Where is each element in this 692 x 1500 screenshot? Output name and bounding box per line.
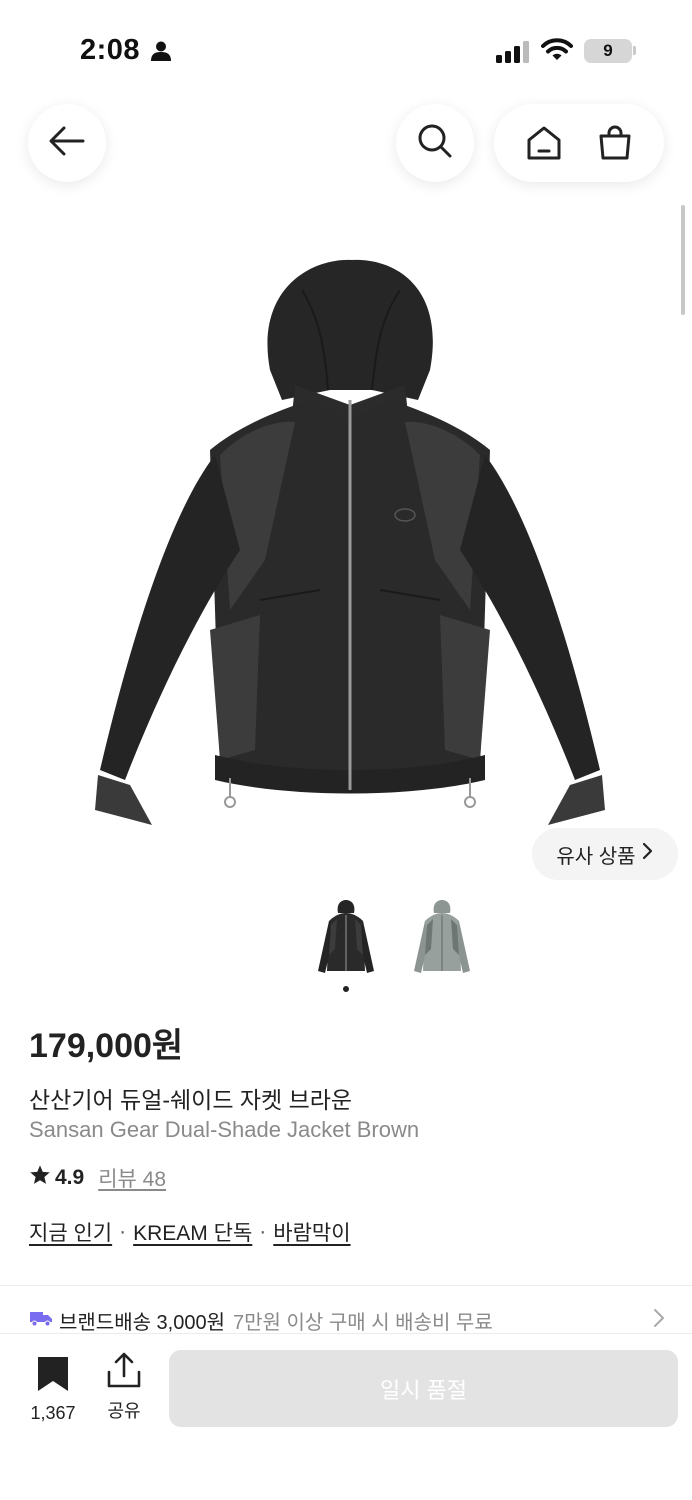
home-icon[interactable]	[514, 113, 574, 173]
truck-icon	[29, 1309, 53, 1333]
tag-separator: ·	[119, 1220, 127, 1243]
share-icon	[107, 1352, 141, 1393]
battery-level: 9	[603, 41, 613, 60]
chevron-right-icon	[653, 1308, 665, 1334]
bottom-action-bar: 1,367 공유 일시 품절	[0, 1333, 692, 1500]
thumbnail-black-jacket[interactable]	[310, 898, 382, 980]
tag-exclusive[interactable]: KREAM 단독	[133, 1217, 252, 1247]
save-count: 1,367	[30, 1403, 76, 1423]
wifi-icon	[541, 38, 573, 67]
tag-trending[interactable]: 지금 인기	[29, 1217, 112, 1247]
battery-tip	[633, 46, 636, 55]
scroll-indicator[interactable]	[681, 205, 685, 315]
rating-row: 4.9 리뷰 48	[29, 1163, 166, 1193]
page-indicator-dot	[343, 986, 349, 992]
person-icon	[150, 40, 172, 67]
status-time: 2:08	[80, 34, 141, 66]
shipping-note: 7만원 이상 구매 시 배송비 무료	[233, 1312, 493, 1334]
battery-indicator: 9	[584, 39, 632, 63]
shipping-label: 브랜드배송 3,000원	[59, 1312, 226, 1334]
back-button[interactable]	[28, 104, 106, 182]
status-bar: 2:08 9	[0, 0, 692, 100]
tag-category[interactable]: 바람막이	[273, 1217, 350, 1247]
product-name-ko: 산산기어 듀얼-쉐이드 자켓 브라운	[29, 1087, 353, 1113]
color-thumbnails	[310, 898, 478, 980]
chevron-right-icon	[642, 842, 654, 866]
arrow-left-icon	[49, 126, 85, 161]
similar-products-button[interactable]: 유사 상품	[532, 828, 678, 880]
share-label: 공유	[107, 1401, 141, 1421]
search-icon	[417, 123, 453, 164]
sold-out-button[interactable]: 일시 품절	[169, 1350, 678, 1427]
similar-products-label: 유사 상품	[556, 845, 636, 868]
bookmark-icon	[37, 1356, 69, 1397]
search-button[interactable]	[396, 104, 474, 182]
save-button[interactable]: 1,367	[22, 1356, 84, 1424]
product-price: 179,000원	[29, 1027, 184, 1065]
home-cart-pill	[494, 104, 664, 182]
product-image[interactable]	[80, 250, 620, 850]
share-button[interactable]: 공유	[96, 1352, 152, 1423]
section-divider	[0, 1285, 692, 1286]
shopping-bag-icon[interactable]	[585, 113, 645, 173]
rating-score: 4.9	[55, 1166, 85, 1189]
tag-separator: ·	[259, 1220, 267, 1243]
review-link[interactable]: 리뷰 48	[98, 1163, 166, 1193]
star-icon	[29, 1164, 51, 1192]
product-tags: 지금 인기 · KREAM 단독 · 바람막이	[29, 1217, 351, 1247]
product-name-en: Sansan Gear Dual-Shade Jacket Brown	[29, 1117, 420, 1142]
shipping-info-row[interactable]: 브랜드배송 3,000원 7만원 이상 구매 시 배송비 무료	[29, 1306, 669, 1335]
signal-icon	[496, 41, 530, 68]
thumbnail-gray-jacket[interactable]	[406, 898, 478, 980]
